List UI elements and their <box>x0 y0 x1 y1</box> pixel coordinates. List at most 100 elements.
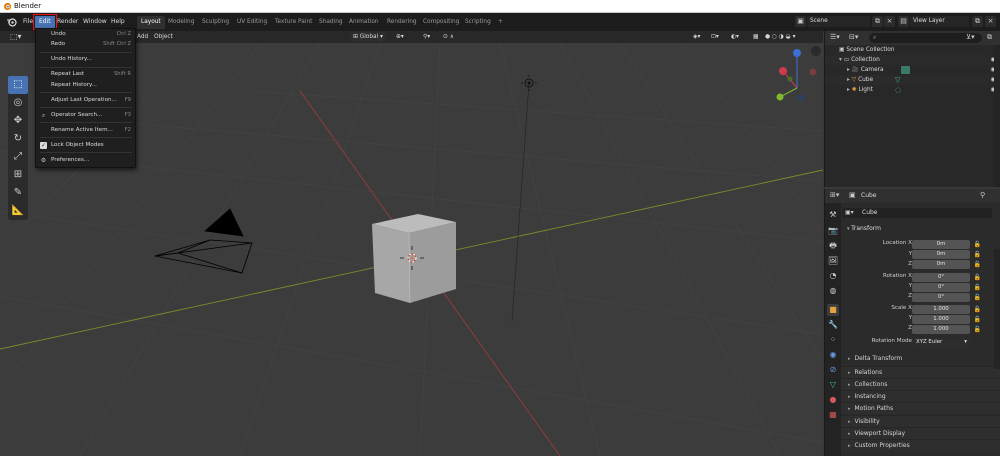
data-tab-icon[interactable]: ▽ <box>827 379 839 391</box>
delta-transform-subpanel[interactable]: ▸ Delta Transform <box>841 353 1000 365</box>
tab-shading[interactable]: Shading <box>315 16 347 29</box>
transform-panel-header[interactable]: ▾ Transform <box>841 223 1000 235</box>
motion-paths-panel[interactable]: ▸ Motion Paths <box>841 402 1000 414</box>
checkbox-checked-icon[interactable]: ✓ <box>40 142 47 149</box>
properties-scrollbar[interactable] <box>994 249 1000 369</box>
menu-item-repeat-history[interactable]: Repeat History... <box>36 81 135 90</box>
outliner-scrollbar[interactable] <box>994 45 1000 187</box>
scene-tab-icon[interactable]: ◔ <box>827 270 839 282</box>
new-view-layer-icon[interactable]: ⧉ <box>972 16 983 27</box>
outliner-collection[interactable]: ▾ ▭ Collection ◉ <box>825 55 996 65</box>
menu-item-undo-history[interactable]: Undo History... <box>36 55 135 64</box>
tab-uv-editing[interactable]: UV Editing <box>233 16 271 29</box>
menu-render[interactable]: Render <box>53 16 82 28</box>
menu-item-redo[interactable]: Redo Shift Ctrl Z <box>36 40 135 49</box>
scale-y-field[interactable]: 1.000 <box>912 315 970 324</box>
location-y-field[interactable]: 0m <box>912 250 970 259</box>
texture-tab-icon[interactable]: ▦ <box>827 409 839 421</box>
tab-sculpting[interactable]: Sculpting <box>198 16 233 29</box>
display-mode-icon[interactable]: ⊟▾ <box>849 33 858 41</box>
measure-tool-icon[interactable]: 📐 <box>8 202 28 220</box>
transform-tool-icon[interactable]: ⊞ <box>8 166 28 184</box>
rotation-y-field[interactable]: 0° <box>912 283 970 292</box>
lock-icon[interactable]: 🔓 <box>973 325 982 334</box>
rotation-z-field[interactable]: 0° <box>912 293 970 302</box>
modifier-tab-icon[interactable]: 🔧 <box>827 319 839 331</box>
annotate-tool-icon[interactable]: ✎ <box>8 184 28 202</box>
viewport-display-panel[interactable]: ▸ Viewport Display <box>841 427 1000 439</box>
tab-modeling[interactable]: Modeling <box>164 16 198 29</box>
new-scene-icon[interactable]: ⧉ <box>872 16 883 27</box>
filter-icon[interactable]: ⊻▾ <box>966 33 975 41</box>
pivot-point-icon[interactable]: ⊕▾ <box>393 32 407 42</box>
lock-icon[interactable]: 🔓 <box>973 315 982 324</box>
object-tab-icon[interactable]: ■ <box>827 304 839 316</box>
outliner-cube[interactable]: ▸ ▽ Cube ▽ ◉ <box>825 75 996 85</box>
scale-tool-icon[interactable]: ⤢ <box>8 148 28 166</box>
menu-item-undo[interactable]: Undo Ctrl Z <box>36 30 135 39</box>
xray-icon[interactable]: ▦ <box>750 32 761 42</box>
select-box-tool-icon[interactable]: ⬚ <box>8 76 28 94</box>
view-layer-field[interactable]: View Layer <box>910 16 969 27</box>
tab-texture-paint[interactable]: Texture Paint <box>271 16 316 29</box>
menu-window[interactable]: Window <box>79 16 111 28</box>
scale-x-field[interactable]: 1.000 <box>912 305 970 314</box>
menu-item-repeat-last[interactable]: Repeat Last Shift R <box>36 70 135 79</box>
menu-item-preferences[interactable]: ⚙ Preferences... <box>36 156 135 165</box>
navigation-gizmo[interactable] <box>776 49 817 102</box>
cursor-tool-icon[interactable]: ◎ <box>8 94 28 112</box>
shading-solid-icon[interactable]: ● ○ ◑ ◒ ▾ <box>762 32 799 42</box>
scale-z-field[interactable]: 1.000 <box>912 325 970 334</box>
particles-tab-icon[interactable]: ⁘ <box>827 334 839 346</box>
lock-icon[interactable]: 🔓 <box>973 240 982 249</box>
world-tab-icon[interactable]: ◍ <box>827 285 839 297</box>
location-x-field[interactable]: 0m <box>912 240 970 249</box>
add-workspace-button[interactable]: + <box>494 16 507 29</box>
light-object[interactable] <box>511 75 537 322</box>
menu-edit[interactable]: Edit <box>33 14 57 30</box>
lock-icon[interactable]: 🔓 <box>973 273 982 282</box>
outliner-editor-icon[interactable]: ☰▾ <box>830 33 840 41</box>
rotate-tool-icon[interactable]: ↻ <box>8 130 28 148</box>
delete-view-layer-icon[interactable]: × <box>985 16 996 27</box>
visibility-panel[interactable]: ▸ Visibility <box>841 415 1000 427</box>
menu-item-lock-object-modes[interactable]: ✓ Lock Object Modes <box>36 141 135 150</box>
lock-icon[interactable]: 🔓 <box>973 260 982 269</box>
location-z-field[interactable]: 0m <box>912 260 970 269</box>
add-menu[interactable]: Add <box>134 32 151 42</box>
lock-icon[interactable]: 🔓 <box>973 250 982 259</box>
menu-item-rename-active-item[interactable]: Rename Active Item... F2 <box>36 126 135 135</box>
blender-menu-icon[interactable] <box>6 16 18 28</box>
menu-help[interactable]: Help <box>107 16 129 28</box>
camera-object[interactable] <box>154 208 253 274</box>
menu-item-operator-search[interactable]: ⌕ Operator Search... F3 <box>36 111 135 120</box>
outliner-camera[interactable]: ▸ 🎥 Camera ◉ <box>825 65 996 75</box>
transform-orientation-dropdown[interactable]: ⊞ Global ▾ <box>350 32 386 42</box>
snap-icon[interactable]: ⚲▾ <box>420 32 433 42</box>
tab-scripting[interactable]: Scripting <box>461 16 495 29</box>
collections-panel[interactable]: ▸ Collections <box>841 378 1000 390</box>
lock-icon[interactable]: 🔓 <box>973 283 982 292</box>
scene-selector-icon[interactable]: ▣ <box>795 16 806 27</box>
proportional-edit-icon[interactable]: ⊙ ∧ <box>440 32 457 42</box>
menu-item-adjust-last-operation[interactable]: Adjust Last Operation... F9 <box>36 96 135 105</box>
output-tab-icon[interactable]: 🖶 <box>827 240 839 252</box>
overlays-icon[interactable]: ◐▾ <box>728 32 742 42</box>
object-name-field[interactable]: ▣▾ Cube <box>842 208 992 218</box>
cube-object[interactable] <box>372 214 456 304</box>
show-gizmo-icon[interactable]: ⊡▾ <box>708 32 722 42</box>
tab-compositing[interactable]: Compositing <box>419 16 463 29</box>
tab-layout[interactable]: Layout <box>137 16 165 29</box>
outliner-scene-collection[interactable]: ▣ Scene Collection <box>825 45 989 55</box>
delete-scene-icon[interactable]: × <box>884 16 895 27</box>
editor-type-icon[interactable]: ⬚▾ <box>10 32 22 41</box>
move-tool-icon[interactable]: ✥ <box>8 112 28 130</box>
properties-editor-icon[interactable]: ⊞▾ <box>830 191 839 199</box>
pin-icon[interactable]: ⚲ <box>980 191 985 199</box>
rotation-mode-dropdown[interactable]: XYZ Euler ▾ <box>912 338 970 347</box>
object-menu[interactable]: Object <box>151 32 176 42</box>
new-collection-icon[interactable]: ⧉ <box>987 33 992 42</box>
tool-tab-icon[interactable]: ⚒ <box>827 209 839 221</box>
constraints-tab-icon[interactable]: ⊘ <box>827 364 839 376</box>
tab-animation[interactable]: Animation <box>345 16 383 29</box>
